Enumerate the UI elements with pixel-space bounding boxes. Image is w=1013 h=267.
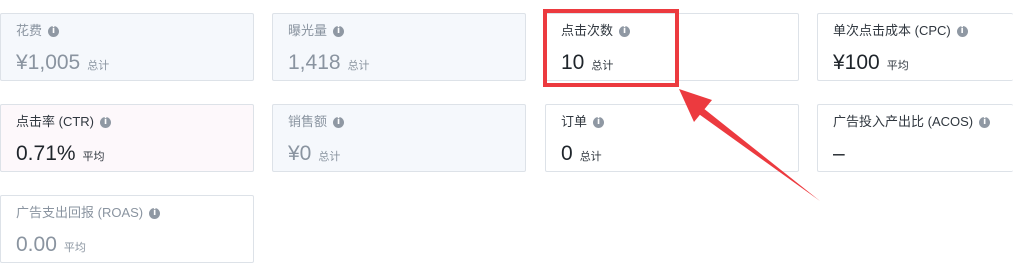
arrow-shaft (689, 100, 820, 201)
annotation-arrow (679, 89, 820, 201)
